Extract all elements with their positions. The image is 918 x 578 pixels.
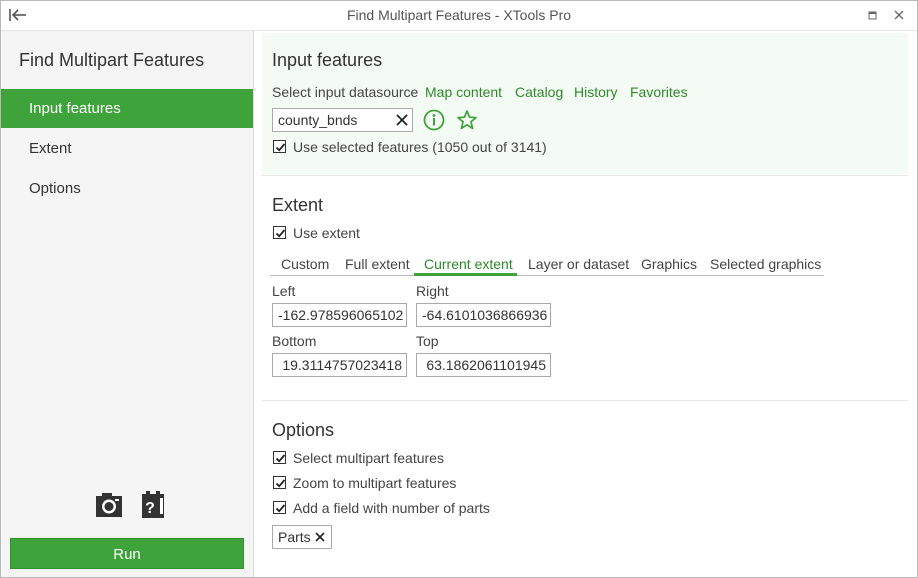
- sidebar-item-input-features[interactable]: Input features: [1, 89, 253, 128]
- app-window: Find Multipart Features - XTools Pro Fin…: [0, 0, 918, 578]
- add-field-label: Add a field with number of parts: [293, 500, 490, 516]
- tab-graphics[interactable]: Graphics: [641, 256, 697, 274]
- source-favorites-link[interactable]: Favorites: [630, 84, 688, 100]
- clear-icon[interactable]: [395, 113, 409, 127]
- extent-title: Extent: [272, 195, 324, 215]
- star-icon[interactable]: [456, 109, 478, 131]
- input-features-section: Input features Select input datasource M…: [262, 33, 908, 174]
- clear-field-icon[interactable]: [313, 530, 327, 544]
- source-map-content-link[interactable]: Map content: [425, 84, 502, 100]
- title-bar: Find Multipart Features - XTools Pro: [1, 1, 917, 31]
- top-label: Top: [416, 333, 439, 349]
- zoom-multipart-label: Zoom to multipart features: [293, 475, 457, 491]
- field-name-value: Parts: [278, 529, 311, 545]
- tab-current-extent[interactable]: Current extent: [424, 256, 513, 274]
- datasource-label: Select input datasource: [272, 84, 419, 100]
- bottom-input[interactable]: 19.3114757023418: [272, 353, 407, 377]
- select-multipart-label: Select multipart features: [293, 450, 444, 466]
- input-features-title: Input features: [272, 50, 383, 70]
- active-tab-indicator: [414, 273, 517, 276]
- use-extent-label: Use extent: [293, 225, 360, 241]
- right-label: Right: [416, 283, 449, 299]
- extent-section: Extent Use extent Custom Full extent Cur…: [262, 175, 908, 400]
- input-layer-value: county_bnds: [278, 112, 358, 128]
- source-catalog-link[interactable]: Catalog: [515, 84, 563, 100]
- main-panel: Input features Select input datasource M…: [254, 31, 908, 577]
- scrollbar[interactable]: [909, 31, 917, 577]
- bottom-label: Bottom: [272, 333, 317, 349]
- use-selected-checkbox[interactable]: [273, 140, 286, 153]
- use-extent-checkbox[interactable]: [273, 226, 286, 239]
- left-label: Left: [272, 283, 296, 299]
- close-window-icon[interactable]: [891, 6, 907, 24]
- tab-custom[interactable]: Custom: [281, 256, 329, 274]
- right-input[interactable]: -64.6101036866936: [416, 303, 551, 327]
- clipboard-help-icon[interactable]: ?: [138, 490, 168, 520]
- sidebar-item-options[interactable]: Options: [1, 169, 253, 208]
- sidebar-item-extent[interactable]: Extent: [1, 129, 253, 168]
- input-layer-field[interactable]: county_bnds: [272, 108, 413, 132]
- options-section: Options Select multipart features Zoom t…: [262, 400, 908, 577]
- tab-layer-or-dataset[interactable]: Layer or dataset: [528, 256, 629, 274]
- svg-text:?: ?: [145, 500, 155, 517]
- tab-bar-divider: [270, 275, 824, 276]
- options-title: Options: [272, 420, 335, 440]
- source-history-link[interactable]: History: [574, 84, 618, 100]
- select-multipart-checkbox[interactable]: [273, 451, 286, 464]
- window-title: Find Multipart Features - XTools Pro: [346, 7, 572, 23]
- restore-icon[interactable]: [865, 6, 881, 24]
- use-selected-label: Use selected features (1050 out of 3141): [293, 139, 547, 155]
- left-input[interactable]: -162.978596065102: [272, 303, 407, 327]
- info-icon[interactable]: [423, 109, 445, 131]
- tab-full-extent[interactable]: Full extent: [345, 256, 410, 274]
- tab-selected-graphics[interactable]: Selected graphics: [710, 256, 821, 274]
- zoom-multipart-checkbox[interactable]: [273, 476, 286, 489]
- sidebar-title: Find Multipart Features: [19, 50, 205, 70]
- top-input[interactable]: 63.1862061101945: [416, 353, 551, 377]
- add-field-checkbox[interactable]: [273, 501, 286, 514]
- camera-icon[interactable]: [94, 490, 124, 520]
- run-button[interactable]: Run: [10, 538, 244, 569]
- sidebar: Find Multipart Features Input features E…: [1, 31, 254, 577]
